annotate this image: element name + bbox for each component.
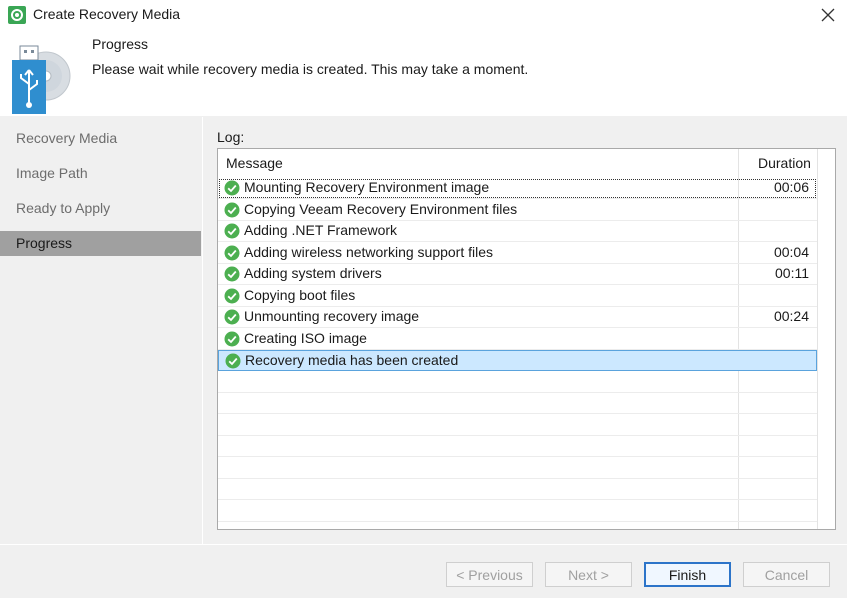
log-label: Log:: [217, 129, 245, 145]
log-row[interactable]: Unmounting recovery image 00:24: [218, 307, 817, 328]
success-check-icon: [224, 331, 240, 346]
sidebar-item-progress[interactable]: Progress: [0, 231, 201, 256]
empty-log-row: [218, 415, 817, 436]
sidebar-item-ready-to-apply[interactable]: Ready to Apply: [0, 196, 201, 221]
log-row-message: Copying boot files: [244, 286, 356, 303]
usb-disc-icon: [12, 45, 71, 114]
success-check-icon: [224, 266, 240, 282]
sidebar-item-image-path[interactable]: Image Path: [0, 161, 201, 186]
log-row[interactable]: Adding .NET Framework: [218, 221, 817, 242]
empty-log-row: [218, 458, 817, 479]
log-row-message: Copying Veeam Recovery Environment files: [244, 200, 518, 217]
title-bar: Create Recovery Media: [0, 0, 847, 30]
wizard-footer: < Previous Next > Finish Cancel: [0, 544, 847, 598]
log-row[interactable]: Copying boot files: [218, 286, 817, 307]
success-check-icon: [224, 309, 240, 325]
success-check-icon: [224, 245, 240, 260]
previous-button[interactable]: < Previous: [446, 562, 533, 587]
empty-log-row: [218, 372, 817, 393]
window-title: Create Recovery Media: [33, 6, 181, 22]
empty-log-row: [218, 393, 817, 414]
next-button[interactable]: Next >: [545, 562, 632, 587]
column-header-message[interactable]: Message: [226, 149, 283, 177]
sidebar-divider: [202, 117, 203, 544]
empty-log-row: [218, 436, 817, 457]
log-row-message: Adding system drivers: [244, 265, 382, 281]
column-header-duration[interactable]: Duration: [758, 149, 811, 177]
cancel-button[interactable]: Cancel: [743, 562, 830, 587]
finish-button[interactable]: Finish: [644, 562, 731, 587]
page-subtitle: Please wait while recovery media is crea…: [92, 61, 529, 77]
log-row-message: Creating ISO image: [244, 329, 367, 346]
sidebar-item-recovery-media[interactable]: Recovery Media: [0, 126, 201, 151]
log-row-duration: 00:11: [775, 265, 809, 281]
success-check-icon: [224, 223, 240, 239]
close-button[interactable]: [809, 0, 847, 30]
log-row[interactable]: Adding system drivers 00:11: [218, 264, 817, 285]
log-list[interactable]: Message Duration Mounting Recovery Envir…: [217, 148, 836, 530]
log-row[interactable]: Creating ISO image: [218, 329, 817, 350]
success-check-icon: [224, 180, 240, 196]
log-row[interactable]: Copying Veeam Recovery Environment files: [218, 200, 817, 221]
app-logo-icon: [8, 6, 26, 24]
log-row-duration: 00:24: [773, 308, 809, 324]
success-check-icon: [224, 288, 240, 303]
log-row[interactable]: Recovery media has been created: [218, 350, 817, 371]
log-row-message: Adding wireless networking support files: [244, 243, 494, 260]
log-row[interactable]: Adding wireless networking support files…: [218, 243, 817, 264]
wizard-header: Progress Please wait while recovery medi…: [0, 30, 847, 116]
log-row-duration: 00:04: [773, 243, 809, 260]
log-row[interactable]: Mounting Recovery Environment image 00:06: [218, 178, 817, 199]
wizard-steps-sidebar: Recovery Media Image Path Ready to Apply…: [0, 117, 202, 544]
empty-log-row: [218, 501, 817, 522]
close-icon: [821, 8, 835, 22]
column-divider: [817, 149, 818, 529]
log-row-message: Unmounting recovery image: [244, 308, 420, 324]
success-check-icon: [225, 353, 241, 369]
log-row-message: Mounting Recovery Environment image: [244, 179, 490, 195]
log-row-message: Recovery media has been created: [245, 352, 459, 368]
empty-log-row: [218, 522, 817, 529]
page-title: Progress: [92, 36, 149, 52]
empty-log-row: [218, 479, 817, 500]
success-check-icon: [224, 202, 240, 217]
log-row-message: Adding .NET Framework: [244, 222, 398, 238]
log-row-duration: 00:06: [773, 179, 809, 195]
